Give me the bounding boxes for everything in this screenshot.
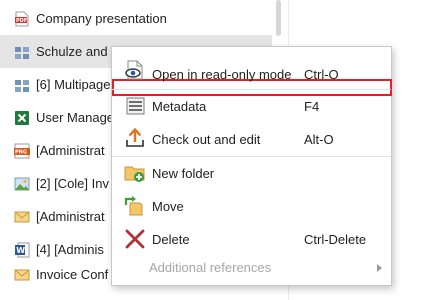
file-label: [2] [Cole] Inv bbox=[36, 176, 109, 191]
archive-icon bbox=[14, 77, 30, 93]
file-item-company-presentation[interactable]: PDF Company presentation bbox=[0, 2, 272, 35]
word-icon: W bbox=[14, 242, 30, 258]
file-label: [Administrat bbox=[36, 143, 105, 158]
menu-item-metadata[interactable]: Metadata F4 bbox=[112, 90, 391, 123]
menu-label: New folder bbox=[152, 166, 215, 181]
menu-shortcut: Ctrl-Delete bbox=[304, 232, 367, 247]
svg-text:PDF: PDF bbox=[16, 18, 27, 24]
scrollbar-thumb[interactable] bbox=[276, 0, 281, 36]
mail-icon bbox=[14, 209, 30, 225]
png-icon: PNG bbox=[14, 143, 30, 159]
file-label: [6] Multipage bbox=[36, 77, 111, 92]
menu-label: Move bbox=[152, 199, 184, 214]
new-folder-icon bbox=[124, 162, 146, 184]
file-label: Company presentation bbox=[36, 11, 167, 26]
menu-label: Metadata bbox=[152, 99, 207, 114]
image-icon bbox=[14, 176, 30, 192]
file-label: User Manage bbox=[36, 110, 115, 125]
menu-label: Check out and edit bbox=[152, 132, 261, 147]
move-icon bbox=[124, 195, 146, 217]
menu-label: Open in read-only mode bbox=[152, 67, 292, 82]
delete-icon bbox=[124, 228, 146, 250]
archive-icon bbox=[14, 44, 30, 60]
mail-icon bbox=[14, 267, 30, 283]
chevron-right-icon bbox=[377, 264, 382, 272]
menu-label: Additional references bbox=[149, 260, 272, 275]
metadata-icon bbox=[124, 95, 146, 117]
file-label: Invoice Conf bbox=[36, 267, 109, 282]
menu-item-delete[interactable]: Delete Ctrl-Delete bbox=[112, 223, 391, 256]
menu-item-additional-references[interactable]: Additional references bbox=[112, 255, 391, 288]
file-label: [4] [Adminis bbox=[36, 242, 104, 257]
svg-text:W: W bbox=[16, 246, 25, 255]
check-out-icon bbox=[124, 127, 146, 149]
menu-item-open-read-only[interactable]: Open in read-only mode Ctrl-O bbox=[112, 53, 391, 86]
menu-shortcut: Alt-O bbox=[304, 132, 334, 147]
menu-shortcut: F4 bbox=[304, 99, 320, 114]
excel-icon bbox=[14, 110, 30, 126]
menu-label: Delete bbox=[152, 232, 190, 247]
menu-item-new-folder[interactable]: New folder bbox=[112, 157, 391, 190]
menu-shortcut: Ctrl-O bbox=[304, 67, 339, 82]
menu-item-check-out-edit[interactable]: Check out and edit Alt-O bbox=[112, 123, 391, 156]
menu-item-move[interactable]: Move bbox=[112, 190, 391, 223]
context-menu: Open in read-only mode Ctrl-O Metadata F… bbox=[111, 46, 392, 286]
file-label: [Administrat bbox=[36, 209, 105, 224]
pdf-icon: PDF bbox=[14, 11, 30, 27]
svg-text:PNG: PNG bbox=[15, 149, 27, 155]
eye-icon bbox=[124, 59, 146, 81]
